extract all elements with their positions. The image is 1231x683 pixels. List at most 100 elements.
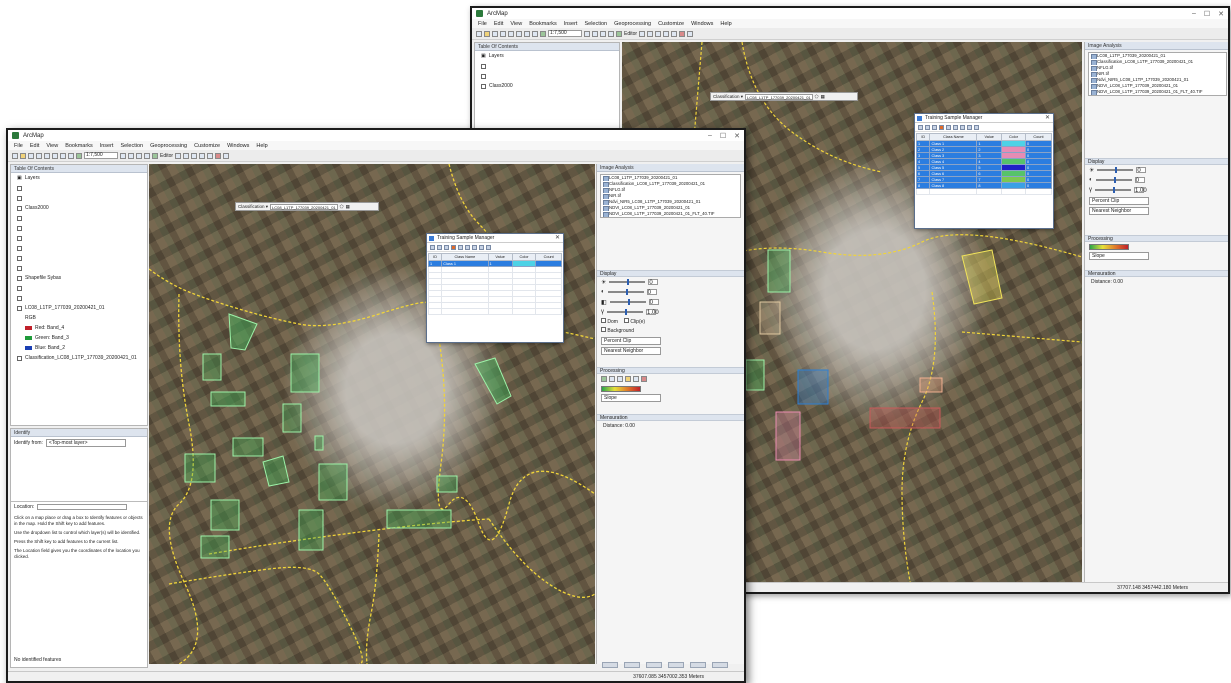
toc-layer[interactable] <box>11 213 147 223</box>
classification-menu[interactable]: Classification ▾ <box>238 204 268 210</box>
draw-polygon-icon[interactable]: ⬠ <box>340 204 344 210</box>
col-value[interactable]: Value <box>487 253 513 261</box>
mask-icon[interactable] <box>609 376 615 382</box>
dom-option[interactable]: Dom <box>601 318 618 325</box>
gamma-slider[interactable] <box>1095 187 1131 193</box>
histogram-icon[interactable] <box>960 124 965 130</box>
scatterplot-icon[interactable] <box>967 124 972 130</box>
mosaic-icon[interactable] <box>625 376 631 382</box>
processing-section[interactable]: Processing <box>597 367 744 374</box>
merge-icon[interactable] <box>932 124 937 130</box>
brightness-value[interactable]: 0 <box>1136 167 1147 174</box>
menu-selection[interactable]: Selection <box>120 143 143 149</box>
ramp-select[interactable]: Slope <box>1089 252 1149 260</box>
dock-tab[interactable] <box>690 662 706 668</box>
statistics-icon[interactable] <box>486 244 491 250</box>
difference-icon[interactable] <box>641 376 647 382</box>
layer-checkbox[interactable] <box>481 63 486 69</box>
new-icon[interactable] <box>476 30 482 37</box>
saturation-value[interactable]: 0 <box>648 299 659 306</box>
python-icon[interactable] <box>608 30 614 37</box>
layer-checkbox[interactable] <box>17 215 22 221</box>
pan-icon[interactable] <box>655 30 662 37</box>
open-icon[interactable] <box>20 152 26 159</box>
image-layer-item[interactable]: NDVI_LC08_L1TP_177039_20200421_01_FLT_40… <box>601 211 740 217</box>
layer-checkbox[interactable] <box>17 305 22 311</box>
col-color[interactable]: Color <box>1001 133 1026 141</box>
display-section[interactable]: Display <box>597 270 744 277</box>
close-icon[interactable]: ✕ <box>555 234 560 241</box>
layer-checkbox[interactable] <box>17 195 22 201</box>
brightness-slider[interactable] <box>1097 167 1134 173</box>
scale-input[interactable]: 1:7,500 <box>548 30 582 37</box>
resample-select[interactable]: Nearest Neighbor <box>1089 207 1149 215</box>
toc-layer[interactable] <box>11 283 147 293</box>
menu-file[interactable]: File <box>14 143 23 149</box>
undo-icon[interactable] <box>532 30 538 37</box>
location-field[interactable] <box>37 504 128 510</box>
menu-edit[interactable]: Edit <box>494 21 503 27</box>
close-icon[interactable]: ✕ <box>1218 10 1224 18</box>
gamma-value[interactable]: 1.00 <box>646 309 659 316</box>
move-down-icon[interactable] <box>465 244 470 250</box>
delete-icon[interactable] <box>939 124 944 130</box>
training-manager-icon[interactable]: ▦ <box>346 204 350 210</box>
minimize-icon[interactable]: – <box>708 132 712 140</box>
toc-layer[interactable] <box>11 193 147 203</box>
move-down-icon[interactable] <box>953 124 958 130</box>
statistics-icon[interactable] <box>974 124 979 130</box>
ndvi-icon[interactable] <box>633 376 639 382</box>
col-class-name[interactable]: Class Name <box>929 133 978 141</box>
display-section[interactable]: Display <box>1085 158 1228 165</box>
background-option[interactable]: Background <box>597 326 744 335</box>
dock-tab[interactable] <box>646 662 662 668</box>
dock-tab[interactable] <box>712 662 728 668</box>
mensuration-section[interactable]: Mensuration <box>1085 270 1228 277</box>
color-ramp[interactable] <box>601 386 641 392</box>
catalog-icon[interactable] <box>584 30 590 37</box>
scale-input[interactable]: 1:7,500 <box>84 152 118 159</box>
python-icon[interactable] <box>144 152 150 159</box>
dock-tab[interactable] <box>602 662 618 668</box>
toc-layer[interactable]: Class2000 <box>11 203 147 213</box>
maximize-icon[interactable]: ☐ <box>720 132 726 140</box>
menu-windows[interactable]: Windows <box>227 143 249 149</box>
editor-menu[interactable]: Editor <box>624 31 637 37</box>
saturation-slider[interactable] <box>609 299 646 305</box>
print-icon[interactable] <box>500 30 506 37</box>
zoom-out-icon[interactable] <box>647 30 654 37</box>
draw-polygon-icon[interactable]: ⬠ <box>815 94 819 100</box>
col-count[interactable]: Count <box>1024 133 1053 141</box>
layer-checkbox[interactable] <box>17 285 22 291</box>
layer-checkbox[interactable] <box>17 295 22 301</box>
menu-windows[interactable]: Windows <box>691 21 713 27</box>
merge-icon[interactable] <box>444 244 449 250</box>
model-icon[interactable] <box>616 30 622 37</box>
open-samples-icon[interactable] <box>437 244 442 250</box>
brightness-value[interactable]: 0 <box>648 279 659 286</box>
identify-icon[interactable] <box>207 152 214 159</box>
toc-layer[interactable] <box>11 183 147 193</box>
add-sample-icon[interactable] <box>918 124 923 130</box>
paste-icon[interactable] <box>60 152 66 159</box>
paste-icon[interactable] <box>524 30 530 37</box>
col-color[interactable]: Color <box>511 253 537 261</box>
menu-bookmarks[interactable]: Bookmarks <box>529 21 557 27</box>
menu-file[interactable]: File <box>478 21 487 27</box>
delete-icon[interactable] <box>451 244 456 250</box>
layer-checkbox[interactable] <box>17 275 22 281</box>
cut-icon[interactable] <box>44 152 50 159</box>
col-id[interactable]: ID <box>427 253 443 261</box>
add-data-icon[interactable] <box>540 30 546 37</box>
identify-icon[interactable] <box>671 30 678 37</box>
zoom-in-icon[interactable] <box>639 30 646 37</box>
menu-help[interactable]: Help <box>720 21 731 27</box>
full-extent-icon[interactable] <box>199 152 206 159</box>
menu-customize[interactable]: Customize <box>194 143 220 149</box>
minimize-icon[interactable]: – <box>1192 10 1196 18</box>
undo-icon[interactable] <box>68 152 74 159</box>
mensuration-section[interactable]: Mensuration <box>597 414 744 421</box>
toc-layer[interactable]: Class2000 <box>475 81 619 91</box>
arctoolbox-icon[interactable] <box>600 30 606 37</box>
processing-section[interactable]: Processing <box>1085 235 1228 242</box>
